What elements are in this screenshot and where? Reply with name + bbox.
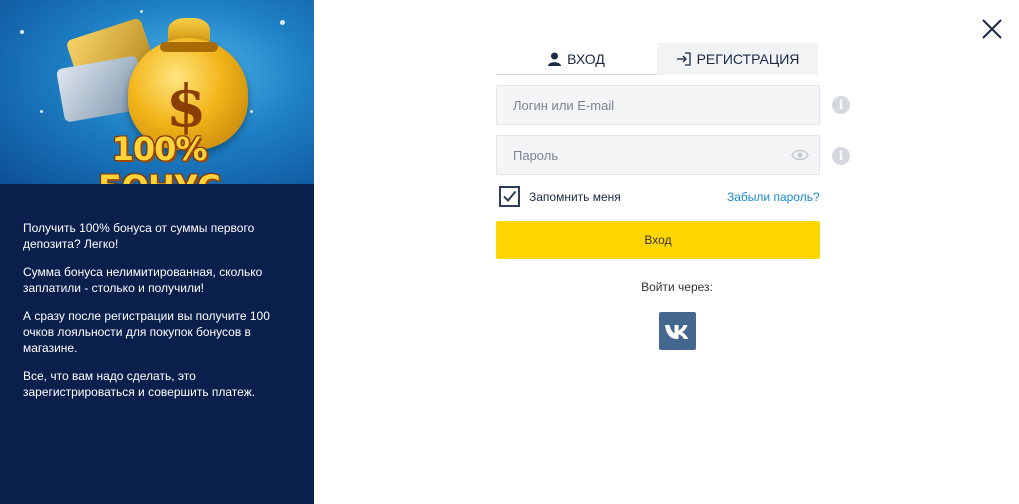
user-icon bbox=[548, 52, 562, 66]
remember-checkbox[interactable] bbox=[499, 186, 520, 207]
login-field-wrapper bbox=[496, 85, 820, 125]
promo-paragraph: Все, что вам надо сделать, это зарегистр… bbox=[23, 369, 256, 399]
banner-title: 100% БОНУС bbox=[98, 130, 221, 184]
tab-login-label: ВХОД bbox=[567, 50, 605, 67]
close-button[interactable] bbox=[980, 17, 1004, 41]
promo-paragraph: Получить 100% бонуса от суммы первого де… bbox=[23, 221, 255, 251]
login-info-icon[interactable]: i bbox=[832, 96, 850, 114]
password-info-icon[interactable]: i bbox=[832, 147, 850, 165]
login-submit-button[interactable]: Вход bbox=[496, 221, 820, 259]
password-field-wrapper bbox=[496, 135, 820, 175]
vk-login-button[interactable] bbox=[659, 312, 696, 350]
vk-icon bbox=[665, 324, 689, 339]
eye-icon[interactable] bbox=[791, 149, 809, 161]
auth-modal: $ 100% БОНУС Получить 100% бонуса от сум… bbox=[0, 0, 1019, 504]
promo-panel: $ 100% БОНУС Получить 100% бонуса от сум… bbox=[0, 0, 314, 504]
money-bag-tie bbox=[160, 42, 218, 52]
forgot-password-link[interactable]: Забыли пароль? bbox=[727, 190, 820, 204]
password-input[interactable] bbox=[497, 136, 819, 174]
promo-description: Получить 100% бонуса от суммы первого де… bbox=[23, 220, 293, 412]
checkmark-icon bbox=[503, 190, 517, 202]
social-login-label: Войти через: bbox=[641, 280, 713, 294]
login-input[interactable] bbox=[497, 86, 819, 124]
tab-register[interactable]: РЕГИСТРАЦИЯ bbox=[657, 43, 818, 75]
close-icon bbox=[982, 19, 1002, 39]
sign-in-icon bbox=[676, 52, 691, 66]
promo-paragraph: А сразу после регистрации вы получите 10… bbox=[23, 309, 270, 355]
remember-label[interactable]: Запомнить меня bbox=[529, 190, 621, 204]
tab-register-label: РЕГИСТРАЦИЯ bbox=[696, 51, 800, 67]
auth-tabs: ВХОД РЕГИСТРАЦИЯ bbox=[496, 43, 818, 75]
bonus-banner: $ 100% БОНУС bbox=[0, 0, 314, 184]
tab-login[interactable]: ВХОД bbox=[496, 43, 657, 75]
promo-paragraph: Сумма бонуса нелимитированная, сколько з… bbox=[23, 265, 263, 295]
